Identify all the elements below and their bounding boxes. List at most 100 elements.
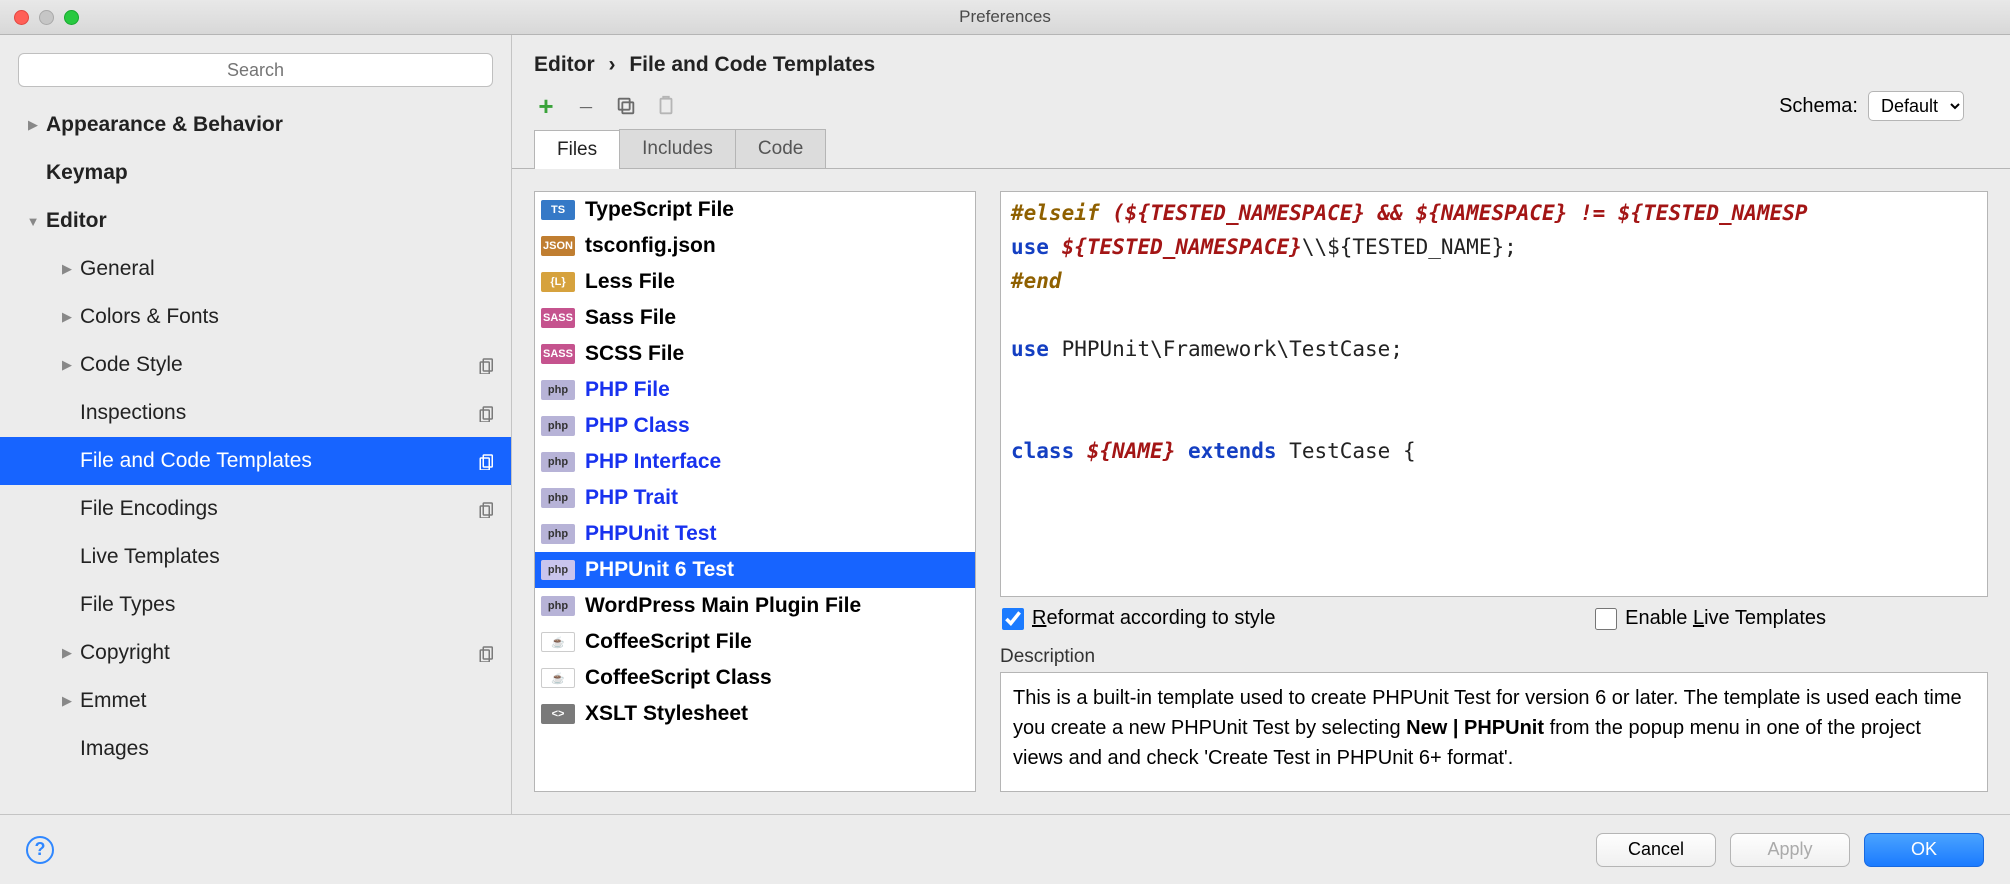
sidebar-item-copyright[interactable]: ▶Copyright xyxy=(0,629,511,677)
template-name: PHP Interface xyxy=(585,450,721,474)
copy-button[interactable] xyxy=(614,94,638,118)
content-pane: Editor › File and Code Templates + － Sch… xyxy=(512,35,2010,814)
template-name: XSLT Stylesheet xyxy=(585,702,748,726)
code-token: extends xyxy=(1175,439,1276,463)
editor-column: #elseif (${TESTED_NAMESPACE} && ${NAMESP… xyxy=(1000,191,1988,792)
sidebar-item-label: Code Style xyxy=(80,353,477,377)
chevron-right-icon: ▶ xyxy=(60,693,74,709)
template-name: PHP File xyxy=(585,378,670,402)
template-item[interactable]: ☕ CoffeeScript File xyxy=(535,624,975,660)
sidebar-item-label: Inspections xyxy=(80,401,477,425)
sidebar-item-live-templates[interactable]: ▶Live Templates xyxy=(0,533,511,581)
project-scope-icon xyxy=(477,500,499,518)
file-type-icon: <> xyxy=(541,704,575,724)
sidebar-item-label: Emmet xyxy=(80,689,499,713)
close-icon[interactable] xyxy=(14,10,29,25)
tab-bar: FilesIncludesCode xyxy=(512,129,2010,169)
sidebar-item-label: General xyxy=(80,257,499,281)
chevron-right-icon: ▶ xyxy=(60,357,74,373)
add-button[interactable]: + xyxy=(534,94,558,118)
template-item[interactable]: SASS Sass File xyxy=(535,300,975,336)
breadcrumb-root: Editor xyxy=(534,53,595,76)
help-button[interactable]: ? xyxy=(26,836,54,864)
project-scope-icon xyxy=(477,356,499,374)
template-item[interactable]: TSTypeScript File xyxy=(535,192,975,228)
file-type-icon: php xyxy=(541,596,575,616)
ok-button[interactable]: OK xyxy=(1864,833,1984,867)
template-item[interactable]: {L}Less File xyxy=(535,264,975,300)
sidebar-item-code-style[interactable]: ▶ Code Style xyxy=(0,341,511,389)
template-item[interactable]: phpPHP File xyxy=(535,372,975,408)
sidebar-item-general[interactable]: ▶General xyxy=(0,245,511,293)
reformat-label: R xyxy=(1032,607,1046,629)
template-item[interactable]: phpPHP Class xyxy=(535,408,975,444)
search-input[interactable] xyxy=(18,53,493,87)
template-item[interactable]: ☕CoffeeScript Class xyxy=(535,660,975,696)
description-label: Description xyxy=(1000,646,1988,668)
sidebar-item-inspections[interactable]: ▶Inspections xyxy=(0,389,511,437)
code-token: ${NAME} xyxy=(1074,439,1175,463)
sidebar-item-colors-fonts[interactable]: ▶Colors & Fonts xyxy=(0,293,511,341)
live-templates-checkbox[interactable]: Enable Live Templates xyxy=(1595,607,1826,630)
breadcrumb-sep: › xyxy=(609,53,616,76)
cancel-button[interactable]: Cancel xyxy=(1596,833,1716,867)
template-name: PHPUnit Test xyxy=(585,522,716,546)
template-item[interactable]: phpPHP Trait xyxy=(535,480,975,516)
description-text: New | PHPUnit xyxy=(1406,717,1544,739)
template-item[interactable]: phpPHPUnit 6 Test xyxy=(535,552,975,588)
minimize-icon[interactable] xyxy=(39,10,54,25)
template-name: CoffeeScript File xyxy=(585,630,752,654)
sidebar: ▶Appearance & Behavior▶Keymap▼Editor▶Gen… xyxy=(0,35,512,814)
apply-button[interactable]: Apply xyxy=(1730,833,1850,867)
chevron-right-icon: ▶ xyxy=(26,117,40,133)
window-title: Preferences xyxy=(959,7,1051,27)
remove-button[interactable]: － xyxy=(574,94,598,118)
sidebar-item-editor[interactable]: ▼Editor xyxy=(0,197,511,245)
template-item[interactable]: php WordPress Main Plugin File xyxy=(535,588,975,624)
breadcrumb: Editor › File and Code Templates xyxy=(512,35,2010,87)
clipboard-button[interactable] xyxy=(654,94,678,118)
main-area: ▶Appearance & Behavior▶Keymap▼Editor▶Gen… xyxy=(0,35,2010,814)
sidebar-item-label: File Encodings xyxy=(80,497,477,521)
sidebar-item-images[interactable]: ▶Images xyxy=(0,725,511,773)
template-item[interactable]: <> XSLT Stylesheet xyxy=(535,696,975,732)
sidebar-item-keymap[interactable]: ▶Keymap xyxy=(0,149,511,197)
file-type-icon: SASS xyxy=(541,308,575,328)
tab-files[interactable]: Files xyxy=(534,130,620,169)
template-item[interactable]: JSONtsconfig.json xyxy=(535,228,975,264)
chevron-right-icon: ▶ xyxy=(60,309,74,325)
file-type-icon: SASS xyxy=(541,344,575,364)
template-item[interactable]: phpPHP Interface xyxy=(535,444,975,480)
project-scope-icon xyxy=(477,404,499,422)
sidebar-item-file-types[interactable]: ▶File Types xyxy=(0,581,511,629)
tab-includes[interactable]: Includes xyxy=(619,129,736,168)
tab-code[interactable]: Code xyxy=(735,129,826,168)
template-item[interactable]: SASSSCSS File xyxy=(535,336,975,372)
code-token: (${TESTED_NAMESPACE} && ${NAMESPACE} != … xyxy=(1100,201,1808,225)
template-name: Sass File xyxy=(585,306,676,330)
schema-select[interactable]: Default xyxy=(1868,91,1964,121)
sidebar-item-file-and-code-templates[interactable]: ▶File and Code Templates xyxy=(0,437,511,485)
file-type-icon: php xyxy=(541,560,575,580)
sidebar-item-file-encodings[interactable]: ▶File Encodings xyxy=(0,485,511,533)
template-list[interactable]: TSTypeScript FileJSONtsconfig.json{L}Les… xyxy=(534,191,976,792)
project-scope-icon xyxy=(477,644,499,662)
sidebar-item-emmet[interactable]: ▶ Emmet xyxy=(0,677,511,725)
template-code[interactable]: #elseif (${TESTED_NAMESPACE} && ${NAMESP… xyxy=(1000,191,1988,597)
code-token: ${TESTED_NAMESPACE} xyxy=(1049,235,1302,259)
project-scope-icon xyxy=(477,452,499,470)
live-label: L xyxy=(1693,607,1704,629)
template-name: TypeScript File xyxy=(585,198,734,222)
reformat-checkbox[interactable]: Reformat according to style xyxy=(1002,607,1275,630)
chevron-down-icon: ▼ xyxy=(26,214,40,229)
file-type-icon: ☕ xyxy=(541,632,575,652)
live-label: Enable xyxy=(1625,607,1693,629)
file-type-icon: JSON xyxy=(541,236,575,256)
template-name: WordPress Main Plugin File xyxy=(585,594,861,618)
zoom-icon[interactable] xyxy=(64,10,79,25)
sidebar-item-label: File Types xyxy=(80,593,499,617)
template-item[interactable]: phpPHPUnit Test xyxy=(535,516,975,552)
template-name: CoffeeScript Class xyxy=(585,666,772,690)
sidebar-item-label: File and Code Templates xyxy=(80,449,477,473)
sidebar-item-appearance-behavior[interactable]: ▶Appearance & Behavior xyxy=(0,101,511,149)
